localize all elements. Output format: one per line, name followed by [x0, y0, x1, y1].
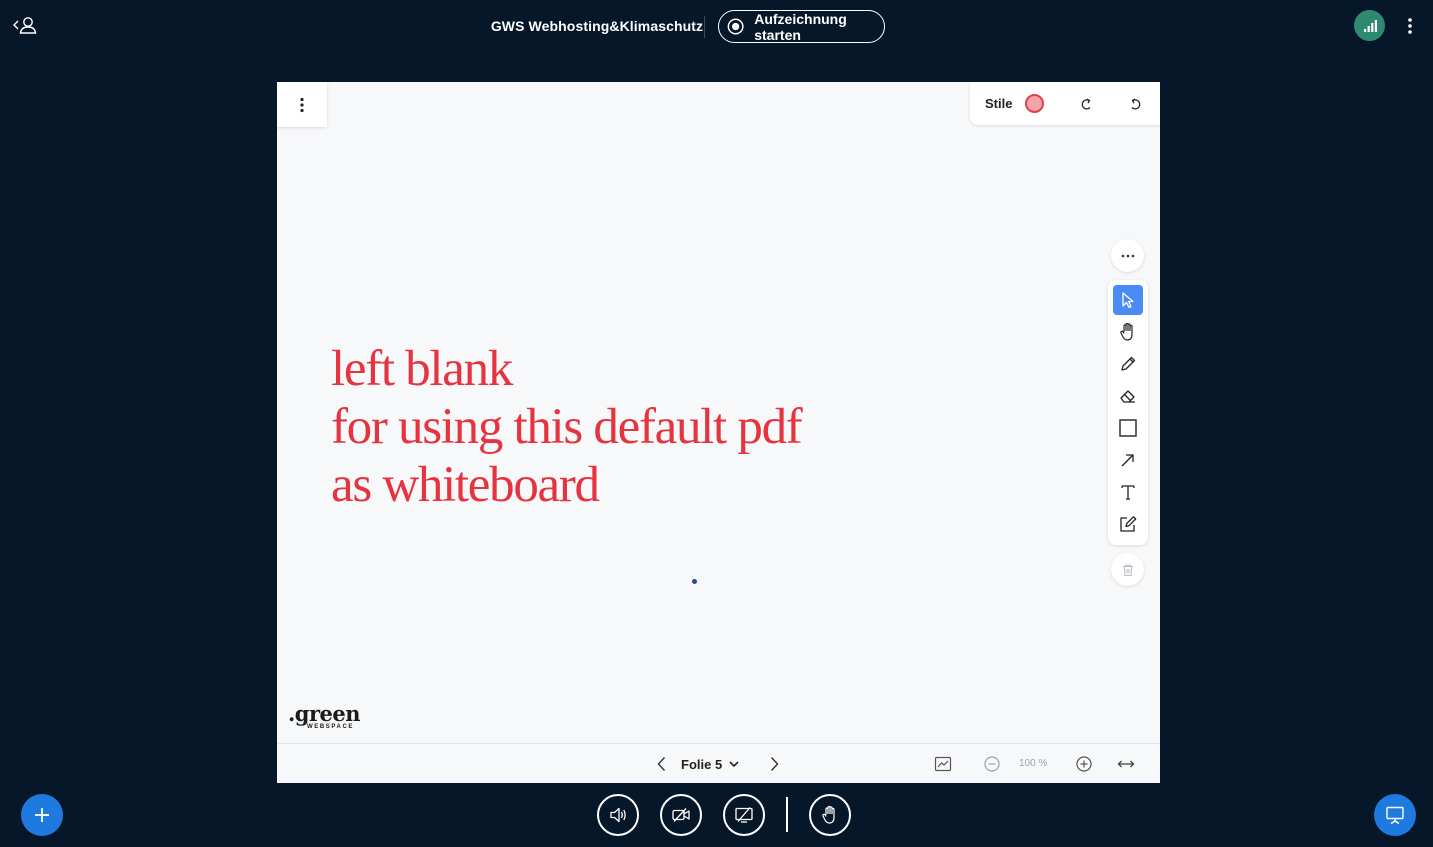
- start-recording-button[interactable]: Aufzeichnung starten: [718, 10, 885, 43]
- slide-text-line: as whiteboard: [331, 457, 600, 513]
- tool-text[interactable]: [1113, 477, 1143, 507]
- style-color-swatch[interactable]: [1025, 94, 1044, 113]
- slide-selector[interactable]: Folie 5: [681, 755, 740, 773]
- presentation-options-button[interactable]: [277, 82, 327, 127]
- record-label: Aufzeichnung starten: [754, 10, 847, 43]
- plus-icon: [35, 808, 49, 822]
- arrow-icon: [1121, 454, 1134, 467]
- share-screen-button[interactable]: [723, 794, 765, 836]
- video-off-icon: [672, 808, 690, 822]
- slide-text-line: for using this default pdf: [331, 399, 803, 455]
- presentation-icon: [1386, 806, 1404, 825]
- presenter-cursor: [692, 579, 697, 584]
- title-divider: [704, 16, 705, 38]
- note-edit-icon: [1120, 516, 1137, 532]
- presentation-area[interactable]: Stile left blank for using this default …: [277, 82, 1160, 783]
- toggle-presentation-button[interactable]: [1374, 794, 1416, 836]
- style-panel: Stile: [970, 82, 1160, 125]
- snapshot-button[interactable]: [934, 755, 952, 773]
- zoom-level: 100 %: [1019, 758, 1048, 769]
- join-audio-button[interactable]: [597, 794, 639, 836]
- logo-sub-text: WEBSPACE: [307, 724, 355, 730]
- fit-to-width-button[interactable]: [1117, 755, 1135, 773]
- redo-button[interactable]: [1077, 95, 1095, 113]
- user-list-toggle[interactable]: [10, 14, 40, 38]
- chevron-right-icon: [770, 757, 779, 771]
- tool-note[interactable]: [1113, 509, 1143, 539]
- raise-hand-button[interactable]: [809, 794, 851, 836]
- text-icon: [1121, 485, 1135, 500]
- green-webspace-logo: .green WEBSPACE: [288, 701, 368, 732]
- undo-icon: [1131, 98, 1141, 110]
- logo-main-text: .green: [288, 701, 361, 726]
- tool-select[interactable]: [1113, 285, 1143, 315]
- vertical-dots-icon: [1408, 18, 1412, 34]
- drawing-toolbar: [1108, 280, 1148, 545]
- slide-text: left blank for using this default pdf as…: [331, 340, 803, 514]
- zoom-in-icon: [1076, 756, 1092, 772]
- redo-icon: [1081, 98, 1091, 110]
- rectangle-icon: [1119, 419, 1137, 437]
- delete-selection-button[interactable]: [1111, 553, 1144, 586]
- user-list-icon: [13, 17, 37, 34]
- hand-icon: [822, 805, 835, 824]
- record-icon: [727, 18, 744, 35]
- horizontal-dots-icon: [1121, 254, 1134, 257]
- zoom-out-icon: [984, 756, 1000, 772]
- action-bar-divider: [786, 797, 788, 832]
- tool-arrow[interactable]: [1113, 445, 1143, 475]
- chevron-down-icon: [729, 761, 739, 768]
- tools-more-button[interactable]: [1111, 239, 1144, 272]
- screenshare-off-icon: [735, 807, 753, 823]
- top-bar: GWS Webhosting&Klimaschutz Aufzeichnung …: [0, 0, 1433, 52]
- next-slide-button[interactable]: [765, 755, 783, 773]
- options-menu-button[interactable]: [1400, 14, 1420, 38]
- tool-pan[interactable]: [1113, 317, 1143, 347]
- hand-icon: [1120, 322, 1133, 341]
- trash-icon: [1122, 563, 1133, 576]
- connection-status-button[interactable]: [1354, 10, 1385, 41]
- slide-navigation-bar: Folie 5 100 %: [277, 743, 1160, 783]
- tool-eraser[interactable]: [1113, 381, 1143, 411]
- vertical-dots-icon: [300, 97, 304, 112]
- signal-bars-icon: [1363, 19, 1377, 32]
- toggle-video-button[interactable]: [660, 794, 702, 836]
- previous-slide-button[interactable]: [653, 755, 671, 773]
- speaker-icon: [610, 807, 626, 823]
- eraser-icon: [1120, 390, 1135, 403]
- zoom-in-button[interactable]: [1075, 755, 1093, 773]
- undo-button[interactable]: [1127, 95, 1145, 113]
- cursor-arrow-icon: [1122, 292, 1134, 309]
- tool-pencil[interactable]: [1113, 349, 1143, 379]
- chevron-left-icon: [657, 757, 666, 771]
- slide-text-line: left blank: [331, 341, 513, 397]
- presentation-snapshot-icon: [934, 756, 952, 772]
- fit-width-icon: [1117, 760, 1135, 768]
- meeting-title: GWS Webhosting&Klimaschutz: [490, 18, 704, 34]
- pencil-icon: [1121, 356, 1136, 371]
- style-label: Stile: [985, 96, 1013, 111]
- actions-button[interactable]: [21, 794, 63, 836]
- zoom-out-button[interactable]: [983, 755, 1001, 773]
- slide-label: Folie 5: [681, 756, 723, 772]
- tool-rectangle[interactable]: [1113, 413, 1143, 443]
